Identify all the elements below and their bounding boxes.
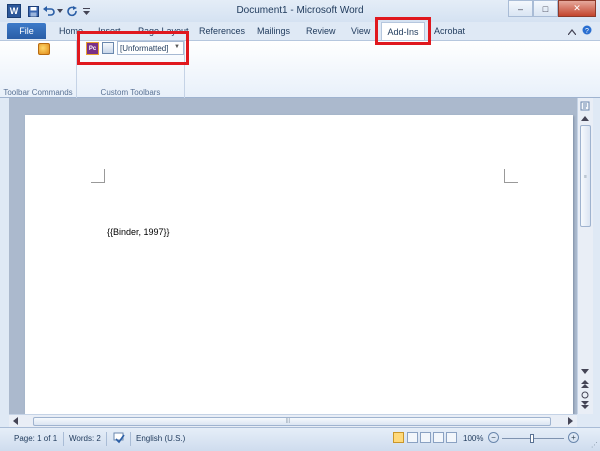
print-layout-view-icon[interactable] (393, 432, 404, 443)
ruler-toggle-icon[interactable] (580, 101, 590, 113)
crop-mark-right (504, 169, 518, 183)
resize-grip-icon[interactable]: ⋰ (591, 441, 598, 449)
scroll-up-arrow-icon[interactable] (581, 116, 589, 123)
word-count[interactable]: Words: 2 (69, 434, 101, 443)
web-layout-view-icon[interactable] (420, 432, 431, 443)
zoom-in-button[interactable]: + (568, 432, 579, 443)
group-toolbar-commands: Toolbar Commands (0, 41, 77, 98)
status-bar: Page: 1 of 1 Words: 2 English (U.S.) 100… (0, 427, 600, 451)
close-button[interactable]: ✕ (558, 0, 596, 17)
tab-file[interactable]: File (7, 23, 46, 39)
status-separator (63, 432, 64, 446)
scroll-down-arrow-icon[interactable] (581, 369, 589, 376)
document-page[interactable]: {{Binder, 1997}} (25, 115, 573, 414)
group-label-toolbar-commands: Toolbar Commands (3, 88, 73, 97)
vertical-scrollbar[interactable]: ≡ (577, 98, 593, 414)
zoom-slider-thumb[interactable] (530, 434, 534, 443)
draft-view-icon[interactable] (446, 432, 457, 443)
status-separator (106, 432, 107, 446)
full-screen-reading-view-icon[interactable] (407, 432, 418, 443)
highlight-box-custom-toolbars (77, 31, 189, 65)
toolbar-command-icon[interactable] (38, 43, 50, 55)
word-window: W Document1 - Microsoft Word – □ ✕ File … (0, 0, 600, 451)
window-controls: – □ ✕ (508, 0, 596, 18)
tab-mailings[interactable]: Mailings (257, 26, 290, 36)
ribbon-help-icons[interactable]: ? (568, 25, 592, 37)
status-separator (130, 432, 131, 446)
highlight-box-add-ins-tab (375, 17, 431, 45)
outline-view-icon[interactable] (433, 432, 444, 443)
tab-references[interactable]: References (199, 26, 245, 36)
horizontal-scroll-thumb[interactable]: ||| (33, 417, 551, 426)
browse-object-icon[interactable] (581, 391, 589, 401)
group-label-custom-toolbars: Custom Toolbars (100, 88, 161, 97)
maximize-button[interactable]: □ (533, 0, 558, 17)
page-count[interactable]: Page: 1 of 1 (14, 434, 57, 443)
tab-review[interactable]: Review (306, 26, 336, 36)
next-page-icon[interactable] (581, 401, 589, 411)
vertical-scroll-thumb[interactable]: ≡ (580, 125, 591, 227)
language[interactable]: English (U.S.) (136, 434, 185, 443)
svg-text:?: ? (585, 28, 589, 35)
scroll-left-arrow-icon[interactable] (13, 417, 18, 427)
document-text[interactable]: {{Binder, 1997}} (107, 227, 170, 237)
tab-view[interactable]: View (351, 26, 370, 36)
proofing-icon[interactable] (113, 432, 125, 444)
scroll-right-arrow-icon[interactable] (568, 417, 573, 427)
previous-page-icon[interactable] (581, 380, 589, 390)
minimize-button[interactable]: – (508, 0, 533, 17)
zoom-level[interactable]: 100% (463, 434, 483, 443)
zoom-out-button[interactable]: − (488, 432, 499, 443)
document-area: {{Binder, 1997}} (9, 98, 577, 414)
title-bar: W Document1 - Microsoft Word – □ ✕ (0, 0, 600, 22)
crop-mark-left (91, 169, 105, 183)
horizontal-scrollbar[interactable]: ||| (9, 414, 577, 427)
tab-acrobat[interactable]: Acrobat (434, 26, 465, 36)
